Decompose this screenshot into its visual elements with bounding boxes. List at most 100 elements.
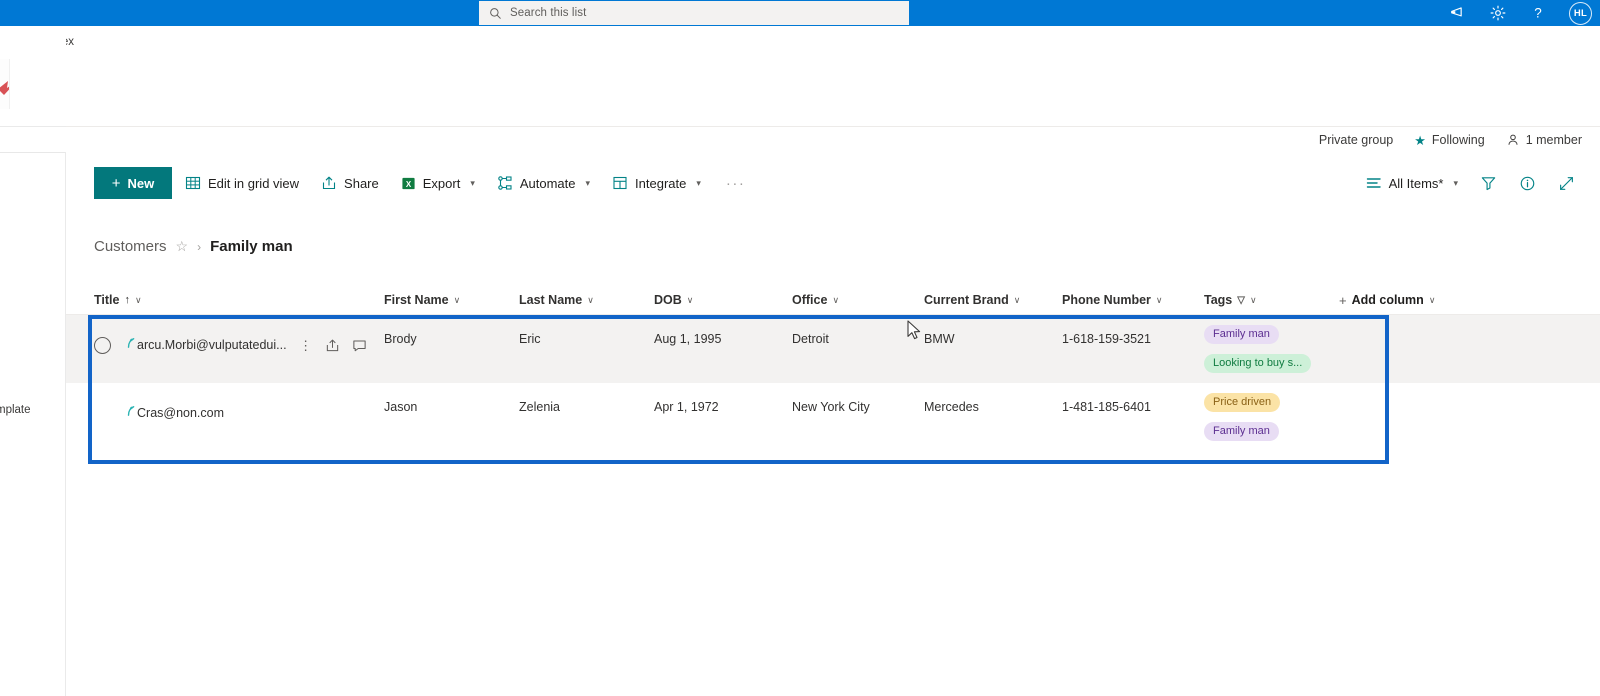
column-header-last-name[interactable]: Last Name ∨ xyxy=(519,293,654,307)
list-item-sprout-icon xyxy=(127,405,135,416)
suite-bar-actions: ? HL xyxy=(1449,0,1592,26)
chevron-down-icon: ▾ xyxy=(470,177,475,188)
overflow-menu-button[interactable]: ··· xyxy=(714,176,758,191)
megaphone-icon[interactable] xyxy=(1449,4,1467,22)
breadcrumb: Customers ☆ › Family man xyxy=(94,238,293,255)
column-header-first-name-label: First Name xyxy=(384,293,449,307)
add-column-label: Add column xyxy=(1351,293,1424,307)
row-title-link[interactable]: arcu.Morbi@vulputatedui... xyxy=(137,338,287,352)
row-last-name: Zelenia xyxy=(519,400,560,415)
integrate-icon xyxy=(613,176,627,190)
new-button[interactable]: + New xyxy=(94,167,172,199)
left-rail: mplate xyxy=(0,26,66,696)
column-header-last-name-label: Last Name xyxy=(519,293,583,307)
site-header: ProjectApex xyxy=(0,26,1600,127)
logo-glyph xyxy=(0,81,9,95)
members-button[interactable]: 1 member xyxy=(1506,133,1582,147)
list-view-icon xyxy=(1366,178,1381,188)
row-comment-button[interactable] xyxy=(349,334,371,356)
gear-icon[interactable] xyxy=(1489,4,1507,22)
row-current-brand: Mercedes xyxy=(924,400,979,415)
view-label: All Items* xyxy=(1388,175,1444,191)
table-row[interactable]: arcu.Morbi@vulputatedui... ⋮ Brody Eric … xyxy=(66,315,1600,384)
row-dob: Apr 1, 1972 xyxy=(654,400,719,415)
following-button[interactable]: ★ Following xyxy=(1414,133,1484,147)
chevron-down-icon: ∨ xyxy=(587,294,594,305)
breadcrumb-parent[interactable]: Customers xyxy=(94,238,167,255)
rail-divider xyxy=(0,126,66,127)
row-phone-number: 1-618-159-3521 xyxy=(1062,332,1151,346)
column-header-title[interactable]: Title ↑ ∨ xyxy=(94,293,384,307)
export-button[interactable]: X Export ▾ xyxy=(392,166,484,200)
plus-icon: + xyxy=(111,174,121,192)
sort-ascending-icon: ↑ xyxy=(124,294,130,306)
view-selector-button[interactable]: All Items* ▾ xyxy=(1357,166,1467,200)
row-tags: Family man Looking to buy s... xyxy=(1204,315,1339,383)
row-phone-number: 1-481-185-6401 xyxy=(1062,400,1151,415)
svg-text:X: X xyxy=(406,179,412,188)
page-title: Family man xyxy=(210,238,293,255)
row-title-link[interactable]: Cras@non.com xyxy=(137,406,224,420)
table-body: arcu.Morbi@vulputatedui... ⋮ Brody Eric … xyxy=(66,315,1600,452)
share-icon xyxy=(322,176,336,190)
column-header-office[interactable]: Office ∨ xyxy=(792,293,924,307)
chevron-down-icon: ▾ xyxy=(585,177,591,188)
edit-in-grid-view-button[interactable]: Edit in grid view xyxy=(176,166,308,200)
excel-icon: X xyxy=(402,177,415,189)
site-logo xyxy=(0,59,10,109)
star-outline-icon[interactable]: ☆ xyxy=(176,238,189,255)
star-filled-icon: ★ xyxy=(1414,132,1426,148)
column-header-dob[interactable]: DOB ∨ xyxy=(654,293,792,307)
integrate-button[interactable]: Integrate ▾ xyxy=(603,166,710,200)
column-header-dob-label: DOB xyxy=(654,293,682,307)
avatar[interactable]: HL xyxy=(1569,1,1592,25)
row-first-name: Jason xyxy=(384,400,418,415)
kebab-icon: ⋮ xyxy=(299,337,313,353)
row-select-checkbox[interactable] xyxy=(94,336,111,354)
column-header-tags-label: Tags xyxy=(1204,293,1233,307)
tag-pill: Family man xyxy=(1204,422,1279,442)
expand-button[interactable] xyxy=(1549,166,1584,200)
row-tags: Price driven Family man xyxy=(1204,383,1339,451)
search-input[interactable]: Search this list xyxy=(479,1,909,25)
row-last-name: Eric xyxy=(519,332,541,346)
row-title-cell: Cras@non.com xyxy=(94,383,384,443)
tag-pill: Family man xyxy=(1204,325,1279,345)
column-header-current-brand[interactable]: Current Brand ∨ xyxy=(924,293,1062,307)
tag-pill: Looking to buy s... xyxy=(1204,354,1312,374)
chevron-down-icon: ▾ xyxy=(1453,177,1458,188)
info-button[interactable] xyxy=(1510,166,1545,200)
flow-icon xyxy=(498,176,512,190)
column-header-current-brand-label: Current Brand xyxy=(924,293,1009,307)
column-header-tags[interactable]: Tags ▽ ∨ xyxy=(1204,293,1339,307)
plus-icon: + xyxy=(1339,292,1347,308)
chevron-down-icon: ∨ xyxy=(453,294,461,305)
integrate-label: Integrate xyxy=(635,175,687,191)
row-more-menu-button[interactable]: ⋮ xyxy=(295,334,317,356)
chevron-down-icon: ∨ xyxy=(1428,294,1436,305)
edit-in-grid-view-label: Edit in grid view xyxy=(208,175,300,191)
chevron-down-icon: ∨ xyxy=(1013,294,1021,305)
svg-text:?: ? xyxy=(1534,6,1542,21)
person-icon xyxy=(1508,134,1518,145)
row-share-button[interactable] xyxy=(322,334,344,356)
column-header-office-label: Office xyxy=(792,293,828,307)
row-first-name: Brody xyxy=(384,332,417,346)
chevron-down-icon: ∨ xyxy=(686,294,694,305)
table-row[interactable]: Cras@non.com Jason Zelenia Apr 1, 1972 N… xyxy=(66,383,1600,452)
rail-template-label[interactable]: mplate xyxy=(0,404,31,416)
group-privacy-label: Private group xyxy=(1318,133,1394,147)
share-button[interactable]: Share xyxy=(312,166,388,200)
automate-button[interactable]: Automate ▾ xyxy=(488,166,599,200)
add-column-button[interactable]: + Add column ∨ xyxy=(1339,293,1489,308)
chevron-down-icon: ∨ xyxy=(134,294,142,305)
column-header-phone-number[interactable]: Phone Number ∨ xyxy=(1062,293,1204,307)
group-meta: Private group ★ Following 1 member xyxy=(1319,133,1582,147)
list-item-sprout-icon xyxy=(127,337,135,348)
row-add-column-spacer xyxy=(1339,383,1489,400)
new-button-label: New xyxy=(127,175,155,191)
filter-button[interactable] xyxy=(1471,166,1506,200)
comment-icon xyxy=(353,339,366,351)
column-header-first-name[interactable]: First Name ∨ xyxy=(384,293,519,307)
help-icon[interactable]: ? xyxy=(1529,4,1547,22)
